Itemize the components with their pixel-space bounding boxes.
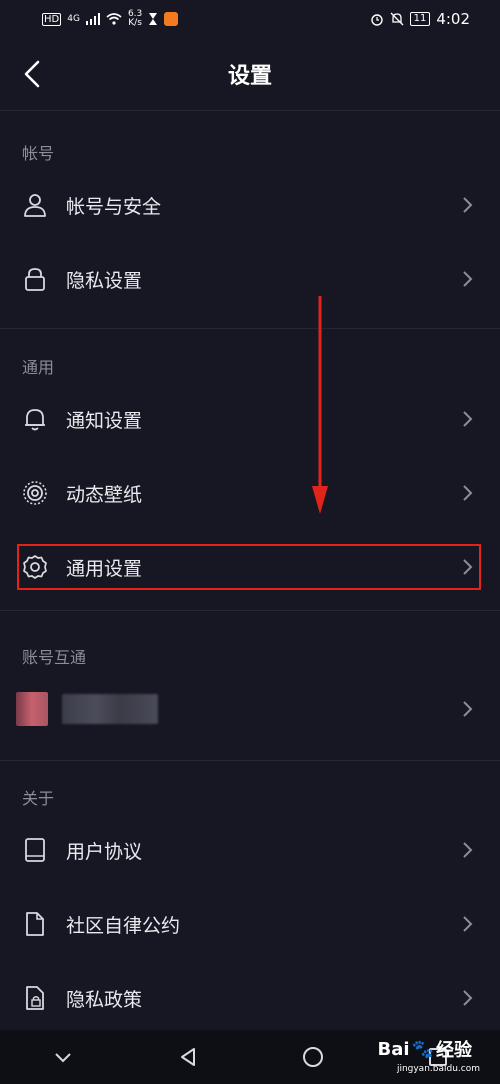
status-bar: HD 4G 6.3 K/s 11 4:02 xyxy=(0,0,500,38)
chevron-down-icon[interactable] xyxy=(51,1045,75,1069)
hourglass-icon xyxy=(149,13,158,25)
section-divider xyxy=(0,610,500,611)
row-privacy-settings[interactable]: 隐私设置 xyxy=(0,242,500,316)
section-header-general: 通用 xyxy=(22,358,55,377)
row-label: 隐私设置 xyxy=(66,269,143,292)
row-label: 帐号与安全 xyxy=(66,195,162,218)
row-notification-settings[interactable]: 通知设置 xyxy=(0,382,500,456)
alarm-icon xyxy=(370,14,383,26)
section-header-account: 帐号 xyxy=(22,144,55,163)
signal-bars-icon xyxy=(85,13,100,25)
status-left: HD 4G 6.3 K/s xyxy=(42,10,179,28)
chevron-right-icon xyxy=(463,411,473,427)
home-circle-icon[interactable] xyxy=(301,1045,325,1069)
watermark-brand-tail: 经验 xyxy=(436,1040,472,1061)
row-privacy-policy[interactable]: 隐私政策 xyxy=(0,961,500,1035)
signal-type-label: 4G xyxy=(67,14,80,24)
row-community-guidelines[interactable]: 社区自律公约 xyxy=(0,887,500,961)
row-account-security[interactable]: 帐号与安全 xyxy=(0,168,500,242)
lock-icon xyxy=(25,268,45,291)
chevron-right-icon xyxy=(463,485,473,501)
concentric-circles-icon xyxy=(23,481,47,505)
row-general-settings[interactable]: 通用设置 xyxy=(0,530,500,604)
mute-icon xyxy=(390,12,404,26)
blurred-account-name xyxy=(62,694,158,724)
app-notification-icon xyxy=(164,12,179,26)
page-title: 设置 xyxy=(227,64,272,89)
row-label: 社区自律公约 xyxy=(66,914,181,937)
gear-icon xyxy=(23,555,47,579)
status-right: 11 4:02 xyxy=(370,10,470,28)
chevron-right-icon xyxy=(463,701,473,717)
avatar xyxy=(16,692,48,726)
watermark-url: jingyan.baidu.com xyxy=(396,1064,480,1074)
paw-icon: 🐾 xyxy=(411,1038,434,1060)
row-live-wallpaper[interactable]: 动态壁纸 xyxy=(0,456,500,530)
row-label: 通知设置 xyxy=(66,409,143,432)
section-divider xyxy=(0,760,500,761)
chevron-right-icon xyxy=(463,197,473,213)
bell-icon xyxy=(25,409,45,431)
nav-bar: 设置 xyxy=(0,38,500,111)
document-icon xyxy=(26,912,44,936)
section-header-about: 关于 xyxy=(22,789,55,808)
book-icon xyxy=(25,838,45,862)
battery-level: 11 xyxy=(409,12,431,26)
back-triangle-icon[interactable] xyxy=(176,1045,200,1069)
net-speed-unit: K/s xyxy=(128,18,142,28)
chevron-right-icon xyxy=(463,842,473,858)
watermark-brand: Bai xyxy=(377,1038,410,1060)
net-speed: 6.3 K/s xyxy=(128,10,142,28)
section-header-account-link: 账号互通 xyxy=(22,648,87,667)
row-label: 隐私政策 xyxy=(66,988,143,1011)
person-icon xyxy=(24,194,46,217)
section-divider xyxy=(0,328,500,329)
row-user-agreement[interactable]: 用户协议 xyxy=(0,813,500,887)
chevron-right-icon xyxy=(463,559,473,575)
row-label: 动态壁纸 xyxy=(66,483,143,506)
row-label: 用户协议 xyxy=(66,840,143,863)
wifi-icon xyxy=(106,13,122,25)
row-label: 通用设置 xyxy=(66,557,143,580)
net-type-label: HD xyxy=(42,12,62,26)
chevron-right-icon xyxy=(463,990,473,1006)
chevron-right-icon xyxy=(463,916,473,932)
baidu-watermark: Bai 🐾 经验 xyxy=(378,1036,472,1062)
chevron-right-icon xyxy=(463,271,473,287)
clock: 4:02 xyxy=(436,10,470,28)
lock-document-icon xyxy=(26,986,44,1010)
